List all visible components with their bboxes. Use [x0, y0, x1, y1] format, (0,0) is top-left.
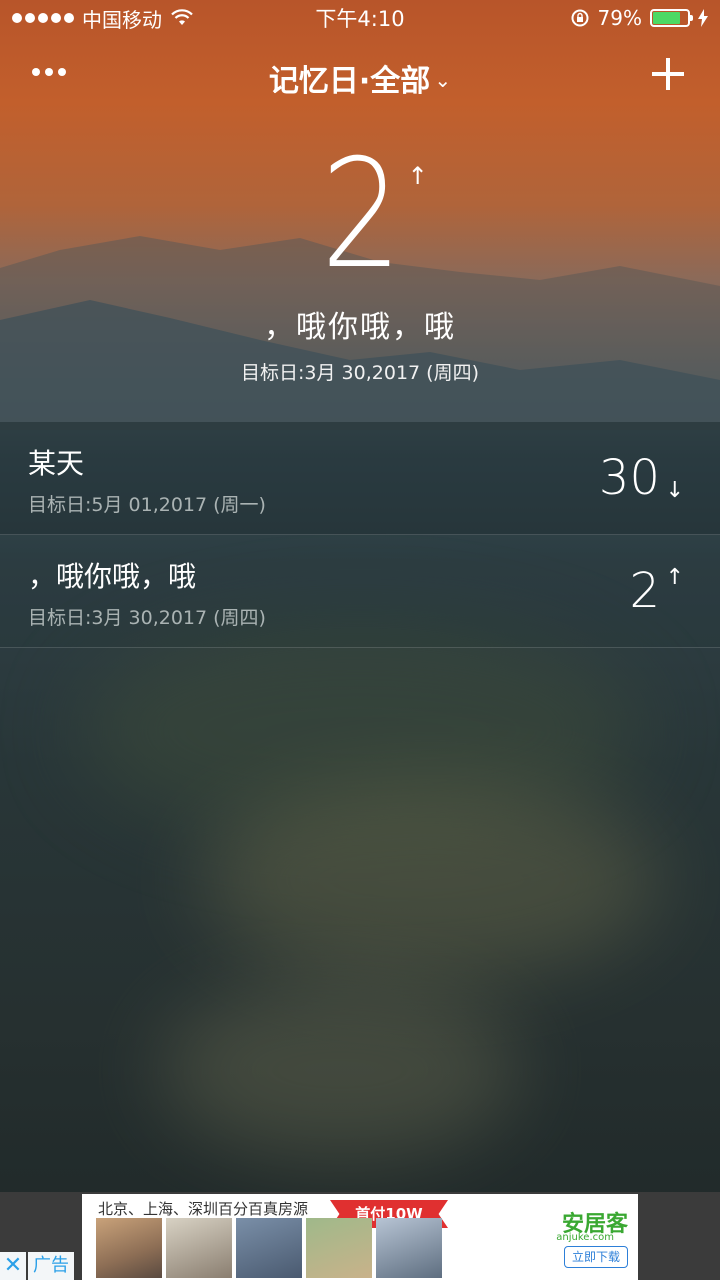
down-arrow-icon: ↓: [665, 478, 684, 503]
category-filter-title[interactable]: 记忆日·全部 ⌄: [0, 56, 720, 100]
carrier-name: 中国移动: [82, 7, 162, 32]
event-days-count: 30: [598, 450, 660, 506]
ad-label: 广告: [28, 1252, 74, 1280]
rotation-lock-icon: [571, 9, 589, 27]
featured-event[interactable]: 2 ↑ ，哦你哦，哦 目标日:3月 30,2017 (周四): [0, 140, 720, 385]
ad-content[interactable]: 北京、上海、深圳百分百真房源 首付10W 安居客 anjuke.com 立即下载: [82, 1194, 638, 1280]
up-arrow-icon: ↑: [407, 162, 428, 190]
featured-target-date: 目标日:3月 30,2017 (周四): [241, 362, 479, 384]
event-title: ，哦你哦，哦: [28, 560, 197, 593]
list-item[interactable]: ，哦你哦，哦 目标日:3月 30,2017 (周四) 2 ↑: [0, 535, 720, 648]
featured-days-count: 2: [321, 128, 402, 302]
event-title: 某天: [28, 447, 85, 480]
up-arrow-icon: ↑: [665, 565, 684, 590]
close-icon[interactable]: ✕: [0, 1252, 26, 1280]
featured-event-name: ，哦你哦，哦: [264, 310, 456, 345]
battery-icon: [650, 9, 693, 27]
ad-photo: [306, 1218, 372, 1278]
ad-photo: [96, 1218, 162, 1278]
nav-title-label: 记忆日·全部: [268, 64, 431, 99]
ad-photo: [166, 1218, 232, 1278]
wifi-icon: [171, 9, 193, 25]
battery-percent: 79%: [597, 6, 642, 30]
charging-bolt-icon: [698, 9, 708, 27]
event-list: 某天 目标日:5月 01,2017 (周一) 30 ↓ ，哦你哦，哦 目标日:3…: [0, 422, 720, 648]
ad-headline: 北京、上海、深圳百分百真房源: [98, 1200, 309, 1218]
ad-photos: [96, 1218, 442, 1278]
event-days-count: 2: [629, 563, 660, 619]
chevron-down-icon: ⌄: [434, 68, 452, 92]
status-bar: 中国移动 下午4:10 79%: [0, 0, 720, 36]
event-target-date: 目标日:5月 01,2017 (周一): [28, 494, 266, 516]
ad-brand-url: anjuke.com: [556, 1232, 614, 1243]
ad-download-button[interactable]: 立即下载: [564, 1246, 628, 1268]
ad-photo: [236, 1218, 302, 1278]
plus-icon[interactable]: [650, 56, 686, 92]
event-target-date: 目标日:3月 30,2017 (周四): [28, 607, 266, 629]
ad-banner: 北京、上海、深圳百分百真房源 首付10W 安居客 anjuke.com 立即下载…: [0, 1192, 720, 1280]
signal-strength-icon: [12, 13, 74, 23]
list-item[interactable]: 某天 目标日:5月 01,2017 (周一) 30 ↓: [0, 422, 720, 535]
ad-photo: [376, 1218, 442, 1278]
top-nav: 记忆日·全部 ⌄: [0, 46, 720, 106]
